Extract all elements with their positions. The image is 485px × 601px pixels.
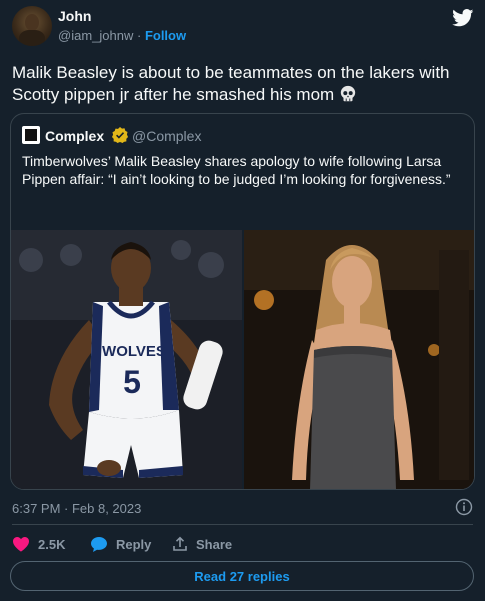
quote-author-name[interactable]: Complex <box>45 128 104 144</box>
reply-button[interactable]: Reply <box>90 536 151 553</box>
like-button[interactable]: 2.5K <box>12 536 65 552</box>
handle-separator: · <box>136 28 142 43</box>
share-upload-icon <box>173 536 187 551</box>
author-handle[interactable]: @iam_johnw <box>58 28 133 43</box>
jersey-team-text: WOLVES <box>102 343 166 360</box>
share-button[interactable]: Share <box>172 536 232 552</box>
basketball-player-photo[interactable]: WOLVES 5 <box>11 230 242 489</box>
reply-bubble-icon <box>91 537 107 552</box>
quote-text: Timberwolves’ Malik Beasley shares apolo… <box>22 153 451 187</box>
woman-portrait-photo[interactable] <box>244 230 474 489</box>
tweet-body: Malik Beasley is about to be teammates o… <box>12 63 450 104</box>
follow-button[interactable]: Follow <box>145 28 186 43</box>
info-icon[interactable] <box>455 498 473 516</box>
author-handle-line: @iam_johnw · Follow <box>58 28 186 43</box>
woman-illustration <box>244 230 474 489</box>
reply-label: Reply <box>116 537 152 552</box>
tweet-card: John @iam_johnw · Follow Malik Beasley i… <box>0 0 485 601</box>
share-label: Share <box>196 536 233 552</box>
player-illustration: WOLVES 5 <box>11 230 242 489</box>
twitter-bird-icon[interactable] <box>452 9 474 27</box>
skull-icon <box>340 85 356 102</box>
verified-badge-icon <box>112 127 128 143</box>
avatar[interactable] <box>12 6 52 46</box>
author-name[interactable]: John <box>58 8 91 24</box>
footer-divider <box>12 524 473 525</box>
tweet-timestamp[interactable]: 6:37 PM · Feb 8, 2023 <box>12 501 141 516</box>
avatar-body <box>19 30 45 46</box>
complex-logo[interactable] <box>22 126 40 144</box>
jersey-number-text: 5 <box>123 364 141 400</box>
avatar-face <box>25 14 39 31</box>
read-replies-button[interactable]: Read 27 replies <box>10 561 474 591</box>
heart-icon <box>13 537 29 552</box>
quote-author-handle[interactable]: @Complex <box>132 128 201 144</box>
quoted-tweet[interactable]: Complex @Complex Timberwolves’ Malik Bea… <box>10 113 475 490</box>
tweet-text: Malik Beasley is about to be teammates o… <box>12 62 478 106</box>
like-count: 2.5K <box>38 536 66 552</box>
